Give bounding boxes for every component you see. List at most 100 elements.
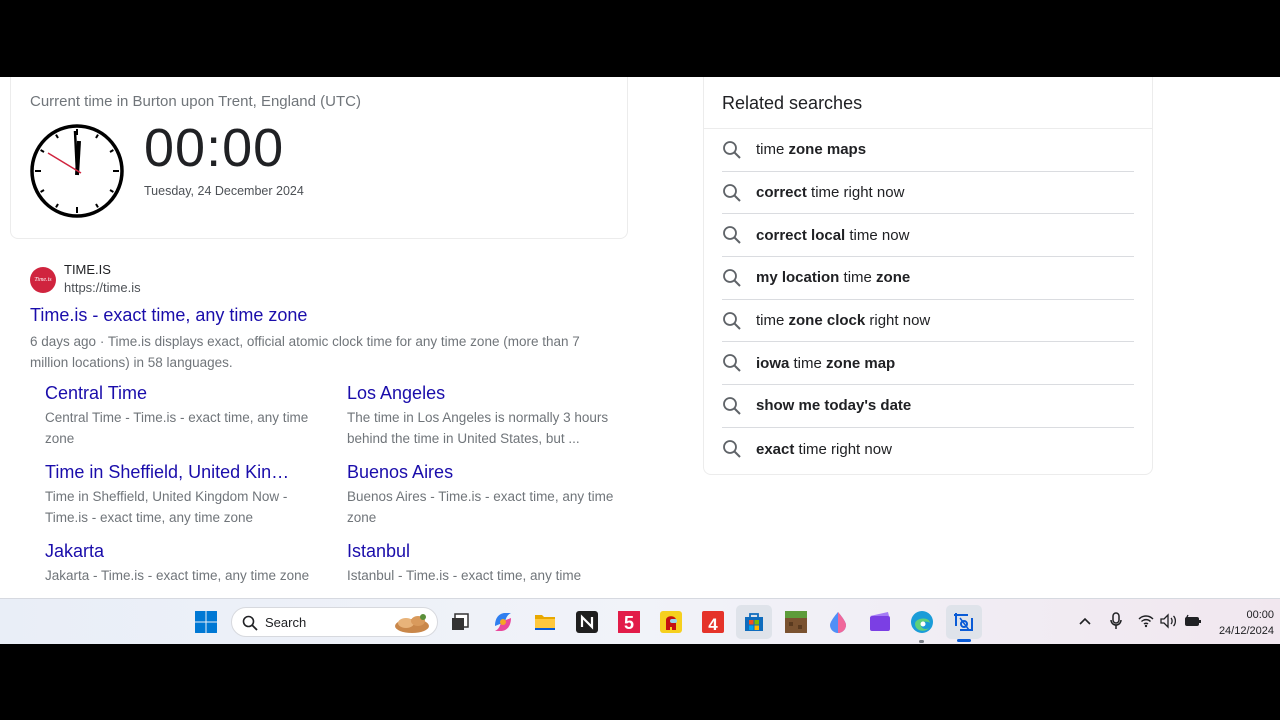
highlighted-term: correct bbox=[756, 184, 807, 202]
highlighted-term: zone bbox=[876, 269, 911, 287]
result-date: 6 days ago bbox=[30, 334, 97, 349]
microsoft-store-icon[interactable] bbox=[742, 610, 766, 634]
svg-text:4: 4 bbox=[708, 615, 718, 634]
battery-icon[interactable] bbox=[1184, 613, 1202, 629]
highlighted-term: zone clock bbox=[788, 312, 866, 330]
sitelink-desc: The time in Los Angeles is normally 3 ho… bbox=[347, 410, 609, 446]
sitelink-central-time[interactable]: Central Time Central Time - Time.is - ex… bbox=[45, 383, 315, 449]
search-icon bbox=[242, 615, 258, 631]
search-icon bbox=[723, 440, 741, 458]
related-search-item[interactable]: correct local time now bbox=[722, 214, 1134, 258]
related-search-item[interactable]: time zone clock right now bbox=[722, 300, 1134, 343]
highlighted-term: my location bbox=[756, 269, 840, 287]
search-icon bbox=[723, 226, 741, 244]
query-term: time now bbox=[845, 226, 910, 244]
chevron-up-icon[interactable] bbox=[1078, 614, 1092, 628]
result-title-link[interactable]: Time.is - exact time, any time zone bbox=[30, 305, 307, 326]
search-icon bbox=[723, 269, 741, 287]
related-search-text: show me today's date bbox=[756, 397, 911, 414]
related-search-text: exact time right now bbox=[756, 441, 892, 458]
highlighted-term: exact bbox=[756, 440, 795, 458]
related-search-text: correct time right now bbox=[756, 184, 904, 201]
related-search-text: time zone clock right now bbox=[756, 312, 930, 329]
time-card: Current time in Burton upon Trent, Engla… bbox=[10, 77, 628, 239]
windows-taskbar: Search 5 4 00:00 24/12/2024 bbox=[0, 598, 1280, 644]
sitelink-desc: Jakarta - Time.is - exact time, any time… bbox=[45, 568, 310, 583]
paint-icon[interactable] bbox=[826, 610, 850, 634]
related-searches-list: time zone maps correct time right now corr… bbox=[722, 129, 1134, 471]
sitelink-los-angeles[interactable]: Los Angeles The time in Los Angeles is n… bbox=[347, 383, 617, 449]
result-snippet-text: · Time.is displays exact, official atomi… bbox=[30, 334, 580, 370]
time-is-favicon-icon[interactable]: Time.is bbox=[30, 267, 56, 293]
query-term: time bbox=[756, 312, 789, 330]
related-searches-panel: Related searches time zone maps correct t… bbox=[703, 77, 1153, 475]
search-highlight-icon bbox=[395, 614, 429, 633]
sitelink-sheffield[interactable]: Time in Sheffield, United Kingdom Time i… bbox=[45, 462, 295, 528]
sitelink-desc: Istanbul - Time.is - exact time, any tim… bbox=[347, 568, 582, 583]
notion-icon[interactable] bbox=[575, 610, 599, 634]
clock-date: Tuesday, 24 December 2024 bbox=[144, 184, 304, 198]
sitelink-title[interactable]: Buenos Aires bbox=[347, 462, 617, 483]
related-search-item[interactable]: my location time zone bbox=[722, 257, 1134, 300]
copilot-icon[interactable] bbox=[491, 610, 515, 634]
search-icon bbox=[723, 140, 741, 159]
related-search-item[interactable]: time zone maps bbox=[722, 129, 1134, 172]
related-search-item[interactable]: correct time right now bbox=[722, 172, 1134, 215]
sitelink-title[interactable]: Istanbul bbox=[347, 541, 617, 562]
highlighted-term: correct local bbox=[756, 226, 846, 244]
wifi-icon[interactable] bbox=[1138, 613, 1154, 629]
result-site-name[interactable]: TIME.IS bbox=[64, 262, 111, 277]
query-term: time right now bbox=[806, 184, 905, 202]
related-search-item[interactable]: iowa time zone map bbox=[722, 342, 1134, 386]
clipchamp-icon[interactable] bbox=[868, 610, 892, 634]
search-icon bbox=[723, 311, 741, 330]
file-explorer-icon[interactable] bbox=[533, 610, 557, 634]
among-us-icon[interactable] bbox=[659, 610, 683, 634]
sitelink-title[interactable]: Time in Sheffield, United Kingdom bbox=[45, 462, 295, 483]
search-label: Search bbox=[265, 615, 307, 630]
system-clock[interactable]: 00:00 24/12/2024 bbox=[1219, 607, 1274, 639]
clock-date: 24/12/2024 bbox=[1218, 625, 1274, 637]
highlighted-term: zone maps bbox=[788, 141, 867, 159]
microphone-icon[interactable] bbox=[1109, 612, 1123, 630]
sitelink-buenos-aires[interactable]: Buenos Aires Buenos Aires - Time.is - ex… bbox=[347, 462, 617, 528]
minecraft-icon[interactable] bbox=[784, 610, 808, 634]
related-searches-heading: Related searches bbox=[722, 93, 863, 113]
sitelink-istanbul[interactable]: Istanbul Istanbul - Time.is - exact time… bbox=[347, 541, 617, 586]
result-snippet: 6 days ago · Time.is displays exact, off… bbox=[30, 331, 590, 373]
query-term: time bbox=[839, 269, 877, 287]
browser-viewport: Current time in Burton upon Trent, Engla… bbox=[0, 77, 1280, 644]
query-term: time right now bbox=[794, 440, 892, 458]
channel5-icon[interactable]: 5 bbox=[617, 610, 641, 634]
volume-icon[interactable] bbox=[1160, 613, 1178, 629]
start-icon[interactable] bbox=[194, 610, 218, 634]
edge-icon[interactable] bbox=[910, 610, 934, 634]
digital-time: 00:00 bbox=[144, 118, 285, 178]
sitelink-title[interactable]: Los Angeles bbox=[347, 383, 617, 404]
related-search-text: correct local time now bbox=[756, 227, 909, 244]
search-icon bbox=[723, 183, 741, 202]
sitelink-title[interactable]: Central Time bbox=[45, 383, 315, 404]
highlighted-term: show me today's date bbox=[756, 397, 912, 415]
taskbar-search-box[interactable]: Search bbox=[231, 607, 438, 637]
sitelink-jakarta[interactable]: Jakarta Jakarta - Time.is - exact time, … bbox=[45, 541, 315, 586]
query-term: right now bbox=[865, 312, 931, 330]
result-url[interactable]: https://time.is bbox=[64, 280, 141, 295]
snipping-active-indicator bbox=[957, 639, 971, 642]
query-term: time bbox=[789, 354, 827, 372]
search-icon bbox=[723, 354, 741, 372]
related-search-item[interactable]: show me today's date bbox=[722, 385, 1134, 428]
clock-time: 00:00 bbox=[1246, 609, 1274, 621]
analog-clock-icon bbox=[30, 124, 124, 218]
snipping-tool-icon[interactable] bbox=[952, 610, 976, 634]
svg-text:5: 5 bbox=[624, 613, 634, 633]
sitelink-title[interactable]: Jakarta bbox=[45, 541, 315, 562]
times-tables-icon[interactable]: 4 bbox=[701, 610, 725, 634]
sitelink-desc: Time in Sheffield, United Kingdom Now - … bbox=[45, 489, 288, 525]
task-view-icon[interactable] bbox=[448, 610, 472, 634]
related-search-item[interactable]: exact time right now bbox=[722, 428, 1134, 471]
clock-location: Current time in Burton upon Trent, Engla… bbox=[30, 93, 361, 110]
related-search-text: iowa time zone map bbox=[756, 355, 895, 372]
sitelink-desc: Central Time - Time.is - exact time, any… bbox=[45, 410, 309, 446]
highlighted-term: zone map bbox=[826, 354, 896, 372]
